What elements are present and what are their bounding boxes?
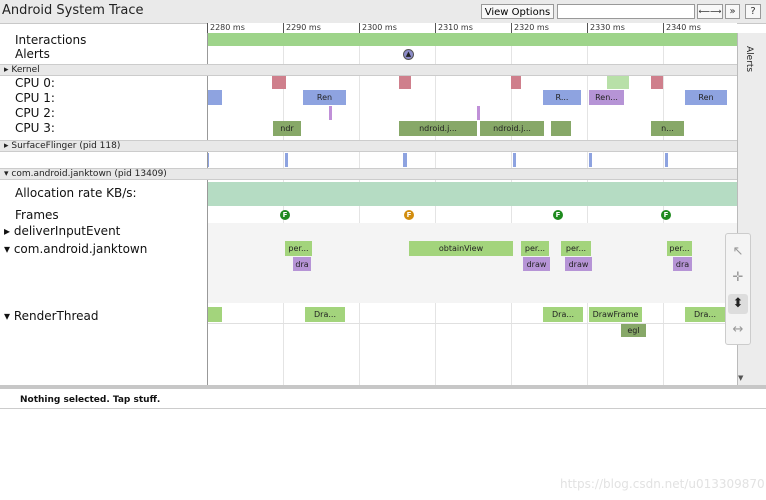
alert-marker[interactable]: ▲ xyxy=(403,49,414,60)
cpu-slice[interactable]: ndroid.j... xyxy=(399,121,477,136)
cpu-slice[interactable] xyxy=(651,75,663,89)
thread-slice[interactable]: dra xyxy=(293,257,311,271)
sf-slice[interactable] xyxy=(403,153,407,167)
timing-tool-icon[interactable]: ↔ xyxy=(728,320,748,340)
track-label-cpu0: CPU 0: xyxy=(15,76,55,90)
sf-slice[interactable] xyxy=(513,153,516,167)
track-label-allocation-rate: Allocation rate KB/s: xyxy=(15,186,137,200)
frame-marker[interactable]: F xyxy=(661,210,671,220)
grid-line xyxy=(435,33,436,385)
cpu-slice[interactable]: ndr xyxy=(273,121,301,136)
grid-line xyxy=(663,33,664,385)
thread-slice[interactable]: draw xyxy=(565,257,592,271)
cpu-slice[interactable] xyxy=(329,106,332,120)
help-button[interactable]: ? xyxy=(745,4,761,19)
allocation-rate-bar[interactable] xyxy=(207,182,737,206)
track-label-panel: Interactions Alerts CPU 0: CPU 1: CPU 2:… xyxy=(0,33,208,385)
search-input[interactable] xyxy=(557,4,695,19)
track-label-cpu1: CPU 1: xyxy=(15,91,55,105)
scroll-down-arrow-icon[interactable]: ▼ xyxy=(738,374,743,382)
section-header-janktown[interactable]: ▾ com.android.janktown (pid 13409) xyxy=(0,168,741,180)
render-slice[interactable] xyxy=(207,307,222,322)
cpu-slice[interactable]: ndroid.j... xyxy=(480,121,544,136)
render-slice[interactable]: Dra... xyxy=(543,307,583,322)
grid-line xyxy=(359,33,360,385)
cpu-slice[interactable] xyxy=(551,121,571,136)
render-slice[interactable]: Dra... xyxy=(685,307,725,322)
watermark-text: https://blog.csdn.net/u013309870 xyxy=(560,477,765,491)
cpu-slice[interactable]: R... xyxy=(543,90,581,105)
track-label-render-thread[interactable]: ▾ RenderThread xyxy=(4,309,99,323)
frame-marker[interactable]: F xyxy=(404,210,414,220)
thread-slice[interactable]: dra xyxy=(673,257,692,271)
sf-slice[interactable] xyxy=(665,153,668,167)
view-options-button[interactable]: View Options ▾ xyxy=(481,4,554,33)
thread-slice[interactable]: per... xyxy=(521,241,549,256)
ruler-tick: 2310 ms xyxy=(435,23,473,33)
thread-slice[interactable]: draw xyxy=(523,257,550,271)
track-label-deliver-input-event[interactable]: ▸ deliverInputEvent xyxy=(4,224,120,238)
render-slice[interactable]: DrawFrame xyxy=(589,307,642,322)
cpu-slice[interactable]: n... xyxy=(651,121,684,136)
mouse-mode-toolbar: ↖ ✛ ⬍ ↔ xyxy=(725,233,751,345)
cpu-slice[interactable] xyxy=(399,75,411,89)
pan-tool-icon[interactable]: ✛ xyxy=(728,268,748,288)
track-label-interactions: Interactions xyxy=(15,33,87,47)
interaction-bar[interactable] xyxy=(207,33,737,46)
thread-slice[interactable]: per... xyxy=(285,241,312,256)
cpu-slice[interactable] xyxy=(477,106,480,120)
selection-status-text: Nothing selected. Tap stuff. xyxy=(20,395,161,405)
find-next-button[interactable]: » xyxy=(725,4,740,19)
alerts-tab-label: Alerts xyxy=(744,46,754,73)
cpu-slice[interactable] xyxy=(607,75,629,89)
sf-slice[interactable] xyxy=(589,153,592,167)
frame-marker[interactable]: F xyxy=(280,210,290,220)
track-label-frames: Frames xyxy=(15,208,59,222)
section-header-kernel[interactable]: ▸ Kernel xyxy=(0,64,741,76)
app-title: Android System Trace xyxy=(2,3,144,18)
ruler-tick: 2340 ms xyxy=(663,23,701,33)
render-slice[interactable]: egl xyxy=(621,323,646,337)
thread-slice[interactable]: obtainView xyxy=(409,241,513,256)
thread-track-bg xyxy=(207,223,737,303)
track-label-cpu3: CPU 3: xyxy=(15,121,55,135)
track-label-janktown-thread[interactable]: ▾ com.android.janktown xyxy=(4,242,147,256)
zoom-tool-icon[interactable]: ⬍ xyxy=(728,294,748,314)
cpu-slice[interactable] xyxy=(511,75,521,89)
cpu-slice[interactable]: Ren xyxy=(303,90,346,105)
thread-slice[interactable]: per... xyxy=(561,241,591,256)
frame-marker[interactable]: F xyxy=(553,210,563,220)
ruler-tick: 2320 ms xyxy=(511,23,549,33)
timeline-track-area[interactable]: ▲ Ren R... Ren... Ren ndr ndroid.j... nd… xyxy=(207,33,737,385)
select-tool-icon[interactable]: ↖ xyxy=(728,242,748,262)
ruler-tick: 2290 ms xyxy=(283,23,321,33)
grid-line xyxy=(587,33,588,385)
ruler-tick: 2300 ms xyxy=(359,23,397,33)
ruler-tick: 2330 ms xyxy=(587,23,625,33)
divider xyxy=(207,323,737,324)
render-slice[interactable]: Dra... xyxy=(305,307,345,322)
track-label-alerts: Alerts xyxy=(15,47,50,61)
track-label-cpu2: CPU 2: xyxy=(15,106,55,120)
cpu-slice[interactable] xyxy=(207,90,222,105)
thread-slice[interactable]: per... xyxy=(667,241,692,256)
cpu-slice[interactable] xyxy=(272,75,286,89)
ruler-tick: 2280 ms xyxy=(207,23,245,33)
cpu-slice[interactable]: Ren... xyxy=(589,90,624,105)
sf-slice[interactable] xyxy=(285,153,288,167)
section-header-surfaceflinger[interactable]: ▸ SurfaceFlinger (pid 118) xyxy=(0,140,741,152)
cpu-slice[interactable]: Ren xyxy=(685,90,727,105)
find-prev-next-button[interactable]: ⟵⟶ xyxy=(697,4,723,19)
